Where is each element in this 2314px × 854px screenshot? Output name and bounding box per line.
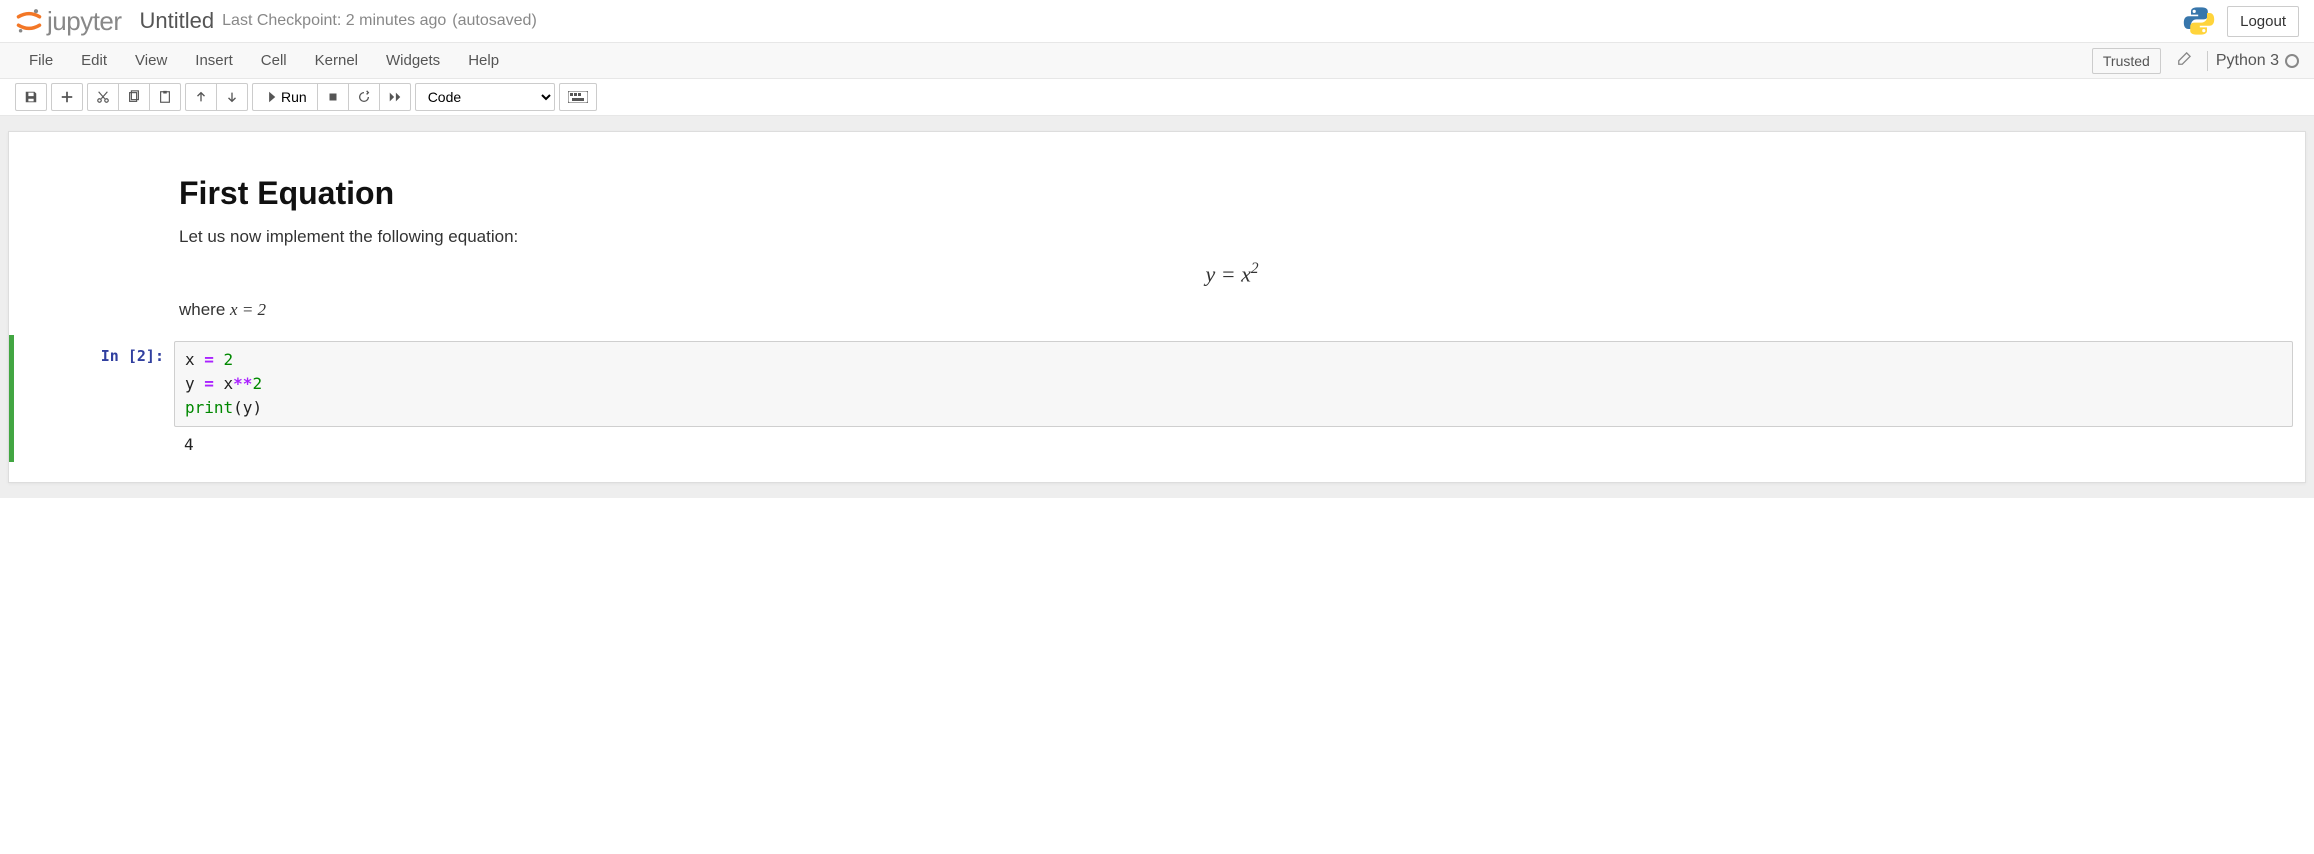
intro-text: Let us now implement the following equat… xyxy=(179,224,2285,250)
notebook-container: First Equation Let us now implement the … xyxy=(8,131,2306,483)
run-group: Run xyxy=(252,83,411,111)
menu-view[interactable]: View xyxy=(121,44,181,77)
menu-help[interactable]: Help xyxy=(454,44,513,77)
run-button[interactable]: Run xyxy=(252,83,318,111)
interrupt-button[interactable] xyxy=(318,83,349,111)
copy-button[interactable] xyxy=(119,83,150,111)
header: jupyter Untitled Last Checkpoint: 2 minu… xyxy=(0,0,2314,43)
pencil-icon[interactable] xyxy=(2177,52,2191,70)
logo-text: jupyter xyxy=(47,6,122,37)
restart-run-all-button[interactable] xyxy=(380,83,411,111)
move-up-button[interactable] xyxy=(185,83,217,111)
cut-button[interactable] xyxy=(87,83,119,111)
code-cell[interactable]: In [2]: x = 2 y = x**2 print(y) 4 xyxy=(9,335,2305,462)
restart-button[interactable] xyxy=(349,83,380,111)
save-button[interactable] xyxy=(15,83,47,111)
logo[interactable]: jupyter xyxy=(15,6,122,37)
jupyter-icon xyxy=(15,7,43,35)
code-output: 4 xyxy=(174,427,2293,456)
menu-kernel[interactable]: Kernel xyxy=(301,44,372,77)
menu-cell[interactable]: Cell xyxy=(247,44,301,77)
move-down-button[interactable] xyxy=(217,83,248,111)
menu-edit[interactable]: Edit xyxy=(67,44,121,77)
notebook-name[interactable]: Untitled xyxy=(140,8,215,34)
code-input[interactable]: x = 2 y = x**2 print(y) xyxy=(174,341,2293,427)
checkpoint-status: Last Checkpoint: 2 minutes ago xyxy=(222,12,446,30)
command-palette-button[interactable] xyxy=(559,83,597,111)
paste-button[interactable] xyxy=(150,83,181,111)
markdown-cell[interactable]: First Equation Let us now implement the … xyxy=(9,152,2305,335)
toolbar: Run Code xyxy=(0,79,2314,116)
run-label: Run xyxy=(281,89,307,105)
equation-display: y = x2 xyxy=(179,260,2285,287)
menubar: File Edit View Insert Cell Kernel Widget… xyxy=(0,43,2314,79)
add-cell-button[interactable] xyxy=(51,83,83,111)
menu-insert[interactable]: Insert xyxy=(181,44,247,77)
autosaved-status: (autosaved) xyxy=(452,12,537,30)
notebook-area: First Equation Let us now implement the … xyxy=(0,116,2314,498)
trusted-indicator[interactable]: Trusted xyxy=(2092,48,2161,74)
move-group xyxy=(185,83,248,111)
python-icon xyxy=(2183,5,2215,37)
divider xyxy=(2207,51,2208,71)
input-area: x = 2 y = x**2 print(y) 4 xyxy=(174,341,2293,456)
edit-group xyxy=(87,83,181,111)
kernel-indicator-icon xyxy=(2285,54,2299,68)
input-prompt: In [2]: xyxy=(14,341,174,456)
logout-button[interactable]: Logout xyxy=(2227,6,2299,37)
cell-type-select[interactable]: Code xyxy=(415,83,555,111)
menu-file[interactable]: File xyxy=(15,44,67,77)
menu-widgets[interactable]: Widgets xyxy=(372,44,454,77)
kernel-name[interactable]: Python 3 xyxy=(2216,52,2279,70)
where-text: where x = 2 xyxy=(179,297,2285,323)
heading: First Equation xyxy=(179,175,2285,212)
